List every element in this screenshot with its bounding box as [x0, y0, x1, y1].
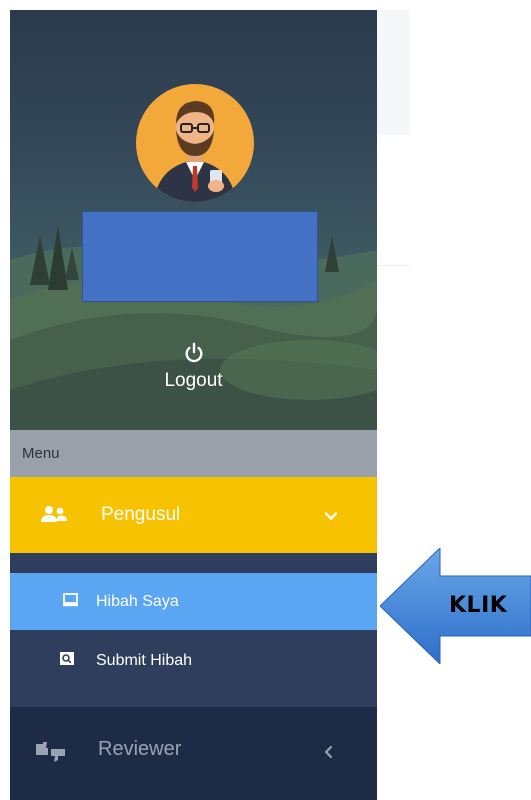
avatar[interactable] — [136, 84, 254, 202]
search-box-icon — [60, 652, 74, 665]
thumbs-icon — [36, 742, 65, 762]
submenu-item-label: Submit Hibah — [96, 652, 193, 669]
submenu-pengusul: Hibah Saya Submit Hibah — [10, 553, 377, 707]
submenu-item-hibah-saya[interactable]: Hibah Saya — [10, 573, 377, 630]
redacted-username-box — [82, 211, 318, 302]
sidebar-item-label: Reviewer — [98, 738, 182, 760]
sidebar-item-pengusul[interactable]: Pengusul — [10, 477, 377, 553]
avatar-illustration — [154, 101, 236, 202]
content-area-top — [377, 10, 410, 135]
menu-section-header: Menu — [10, 430, 377, 477]
sidebar-item-label: Pengusul — [101, 504, 181, 525]
sidebar: Logout Menu Pengusul Hibah Saya Submit H… — [10, 10, 377, 800]
submenu-item-label: Hibah Saya — [96, 593, 179, 610]
logout-button[interactable]: Logout — [10, 342, 377, 392]
profile-header: Logout — [10, 10, 377, 430]
content-divider — [377, 265, 410, 266]
power-icon — [184, 342, 203, 363]
annotation-label: KLIK — [449, 593, 508, 618]
sidebar-item-reviewer[interactable]: Reviewer — [10, 707, 377, 800]
monitor-icon — [63, 593, 78, 607]
chevron-left-icon[interactable] — [322, 745, 334, 759]
users-icon — [41, 506, 67, 522]
logout-label: Logout — [164, 370, 223, 391]
chevron-down-icon[interactable] — [324, 509, 338, 523]
submenu-item-submit-hibah[interactable]: Submit Hibah — [10, 630, 377, 690]
